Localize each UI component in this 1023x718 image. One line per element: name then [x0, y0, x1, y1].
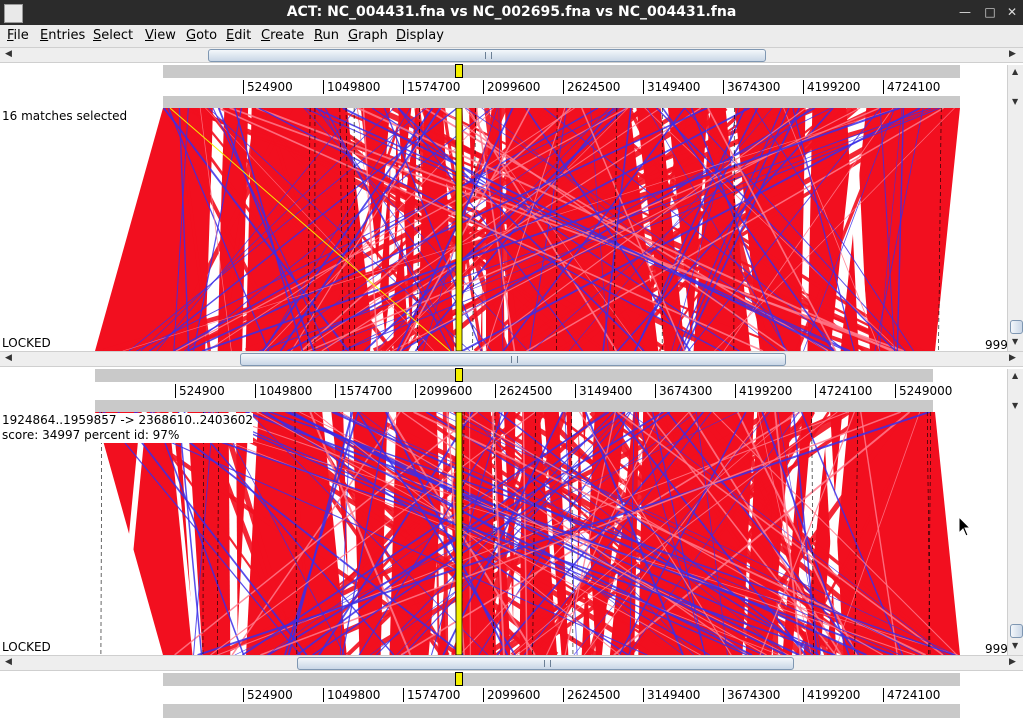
ruler-tick-label: 2099600 [415, 384, 472, 398]
top-score-scrollbar[interactable]: ▲ ▼ ▼ [1007, 65, 1023, 351]
menu-view[interactable]: View [145, 28, 176, 43]
selected-match [455, 412, 463, 655]
bottom-ruler-band [163, 704, 960, 718]
ruler-tick-label: 1574700 [403, 688, 460, 702]
ruler-tick-label: 4724100 [883, 80, 940, 94]
scroll-thumb[interactable] [240, 353, 786, 366]
match-score: score: 34997 percent id: 97% [2, 428, 180, 442]
top-comparison-view[interactable] [0, 108, 1007, 351]
menu-entries[interactable]: Entries [40, 28, 85, 43]
scroll-left-icon[interactable]: ◀ [5, 353, 12, 363]
match-coordinates: 1924864..1959857 -> 2368610..2403602 [2, 413, 254, 427]
locked-label: LOCKED [2, 640, 51, 654]
menu-goto[interactable]: Goto [186, 28, 217, 43]
mouse-pointer-icon [958, 516, 972, 537]
bottom-comparison-view[interactable] [0, 412, 1007, 655]
ruler-tick-label: 3674300 [723, 80, 780, 94]
scroll-thumb[interactable] [1010, 320, 1023, 334]
scroll-right-icon[interactable]: ▶ [1009, 49, 1016, 59]
ruler-tick-label: 2624500 [563, 80, 620, 94]
bottom-position-marker[interactable] [455, 672, 463, 686]
scroll-up-icon[interactable]: ▲ [1012, 67, 1018, 76]
ruler-tick-label: 2099600 [483, 688, 540, 702]
ruler-tick-label: 524900 [243, 80, 293, 94]
middle-ruler-band [95, 400, 933, 412]
ruler-tick-label: 2624500 [495, 384, 552, 398]
score-cutoff-label: 999 [985, 338, 1008, 352]
scroll-right-icon[interactable]: ▶ [1009, 353, 1016, 363]
match-line [100, 412, 102, 655]
ruler-tick-label: 4724100 [883, 688, 940, 702]
ruler-tick-label: 3674300 [723, 688, 780, 702]
ruler-tick-label: 4199200 [803, 80, 860, 94]
ruler-tick-label: 3149400 [643, 80, 700, 94]
bottom-sequence-scrollbar[interactable]: ◀ ▶ [0, 655, 1023, 671]
menu-bar: File Entries Select View Goto Edit Creat… [0, 25, 1023, 48]
ruler-tick-label: 1049800 [323, 688, 380, 702]
scroll-down-icon[interactable]: ▼ [1012, 641, 1018, 650]
locked-label: LOCKED [2, 336, 51, 350]
ruler-tick-label: 1574700 [335, 384, 392, 398]
scroll-left-icon[interactable]: ◀ [5, 657, 12, 667]
menu-graph[interactable]: Graph [348, 28, 388, 43]
top-ruler-band [163, 96, 960, 108]
top-position-marker[interactable] [455, 64, 463, 78]
scroll-thumb[interactable] [297, 657, 794, 670]
menu-edit[interactable]: Edit [226, 28, 251, 43]
top-sequence-scrollbar[interactable]: ◀ ▶ [0, 47, 1023, 63]
scroll-thumb[interactable] [208, 49, 766, 62]
maximize-icon[interactable]: □ [982, 4, 998, 20]
ruler-tick-label: 1574700 [403, 80, 460, 94]
ruler-tick-label: 1049800 [323, 80, 380, 94]
middle-ruler-band [95, 369, 933, 382]
scroll-left-icon[interactable]: ◀ [5, 49, 12, 59]
ruler-tick-label: 2624500 [563, 688, 620, 702]
ruler-tick-label: 1049800 [255, 384, 312, 398]
match-info: 1924864..1959857 -> 2368610..2403602 sco… [2, 413, 254, 443]
ruler-tick-label: 5249000 [895, 384, 952, 398]
selected-match [455, 108, 463, 351]
scroll-thumb[interactable] [1010, 624, 1023, 638]
top-ruler: 524900 1049800 1574700 2099600 2624500 3… [0, 80, 1007, 95]
top-ruler-band [163, 65, 960, 78]
window-title: ACT: NC_004431.fna vs NC_002695.fna vs N… [286, 4, 737, 20]
menu-file[interactable]: File [7, 28, 29, 43]
ruler-tick-label: 3149400 [643, 688, 700, 702]
scroll-up-icon[interactable]: ▲ [1012, 371, 1018, 380]
scroll-down-icon[interactable]: ▼ [1012, 401, 1018, 410]
ruler-tick-label: 4199200 [735, 384, 792, 398]
bottom-ruler: 524900 1049800 1574700 2099600 2624500 3… [0, 688, 1007, 703]
middle-position-marker[interactable] [455, 368, 463, 382]
menu-create[interactable]: Create [261, 28, 304, 43]
ruler-tick-label: 3149400 [575, 384, 632, 398]
menu-display[interactable]: Display [396, 28, 444, 43]
scroll-down-icon[interactable]: ▼ [1012, 337, 1018, 346]
title-bar: ACT: NC_004431.fna vs NC_002695.fna vs N… [0, 0, 1023, 25]
bottom-score-scrollbar[interactable]: ▲ ▼ ▼ [1007, 369, 1023, 655]
ruler-tick-label: 4199200 [803, 688, 860, 702]
ruler-tick-label: 524900 [175, 384, 225, 398]
score-cutoff-label: 999 [985, 642, 1008, 656]
bottom-ruler-band [163, 673, 960, 686]
minimize-icon[interactable]: — [957, 4, 973, 20]
menu-select[interactable]: Select [93, 28, 133, 43]
middle-sequence-scrollbar[interactable]: ◀ ▶ [0, 351, 1023, 367]
ruler-tick-label: 2099600 [483, 80, 540, 94]
scroll-right-icon[interactable]: ▶ [1009, 657, 1016, 667]
close-icon[interactable]: ✕ [1004, 4, 1020, 20]
middle-ruler: 524900 1049800 1574700 2099600 2624500 3… [0, 384, 1007, 399]
ruler-tick-label: 4724100 [815, 384, 872, 398]
menu-run[interactable]: Run [314, 28, 339, 43]
ruler-tick-label: 524900 [243, 688, 293, 702]
scroll-down-icon[interactable]: ▼ [1012, 97, 1018, 106]
selection-status: 16 matches selected [2, 109, 128, 123]
ruler-tick-label: 3674300 [655, 384, 712, 398]
